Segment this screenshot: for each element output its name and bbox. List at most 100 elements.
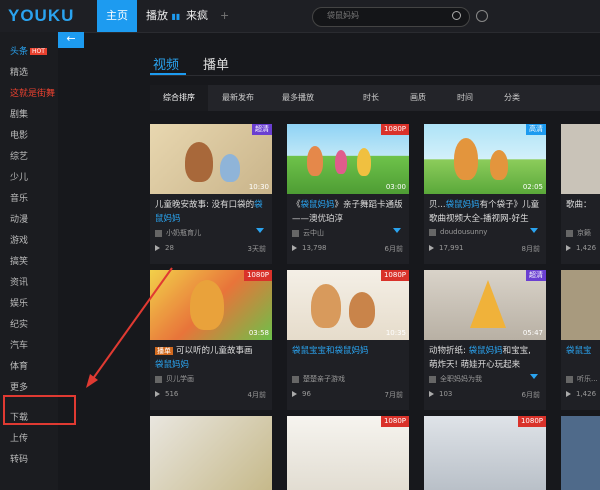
video-card[interactable] [150,416,272,490]
quality-badge: 高清 [526,124,546,135]
video-card[interactable]: 超清 10:30 儿童晚安故事: 没有口袋的袋鼠妈妈 小奶瓶育儿 28 3天前 [150,124,272,264]
sidebar-item-more[interactable]: 更多 [10,380,28,393]
video-author[interactable]: 全职妈妈为我 [429,374,482,384]
video-author[interactable]: 京籁 [566,228,591,238]
download-icon[interactable] [256,228,264,233]
video-title[interactable]: 儿童晚安故事: 没有口袋的袋鼠妈妈 [155,198,267,226]
sidebar-item-anime[interactable]: 动漫 [10,212,28,225]
tab-playlists[interactable]: 播单 [203,54,229,73]
video-title[interactable]: 袋鼠宝宝和袋鼠妈妈 [292,344,404,358]
sidebar-item-sports[interactable]: 体育 [10,359,28,372]
video-author[interactable]: 贝儿学画 [155,374,194,384]
sidebar-item-music[interactable]: 音乐 [10,191,28,204]
video-title[interactable]: 袋鼠宝 [566,344,600,358]
quality-badge: 超清 [252,124,272,135]
video-author[interactable]: 小奶瓶育儿 [155,228,201,238]
video-card[interactable]: 1080P 10:35 袋鼠宝宝和袋鼠妈妈 楚楚亲子游戏 96 7月前 [287,270,409,410]
filter-duration[interactable]: 时长 [363,85,379,111]
play-count: 28 [155,244,174,252]
filter-quality[interactable]: 画质 [410,85,426,111]
video-title[interactable]: 《袋鼠妈妈》亲子舞蹈卡通版——澳优珀淳 [292,198,404,226]
user-icon [155,375,162,383]
user-icon [429,375,436,383]
video-card[interactable]: 1080P 03:00 《袋鼠妈妈》亲子舞蹈卡通版——澳优珀淳 云中山 13,7… [287,124,409,264]
play-count: 96 [292,390,311,398]
add-tab-button[interactable]: + [220,0,229,32]
download-icon[interactable] [530,374,538,379]
duration-label: 02:05 [522,183,543,191]
video-thumbnail[interactable]: 1080P [287,416,409,490]
video-thumbnail[interactable]: 1080P 10:35 [287,270,409,340]
sidebar-item-entertainment[interactable]: 娱乐 [10,296,28,309]
filter-bar: 综合排序 最新发布 最多播放 时长 画质 时间 分类 [150,85,600,111]
sidebar-item-funny[interactable]: 搞笑 [10,254,28,267]
play-icon [429,245,434,251]
video-card[interactable]: 歌曲： 京籁 1,426 [561,124,600,264]
sidebar-item-variety[interactable]: 综艺 [10,149,28,162]
sidebar-item-games[interactable]: 游戏 [10,233,28,246]
play-count: 17,991 [429,244,464,252]
sidebar-item-news[interactable]: 资讯 [10,275,28,288]
sidebar-item-transcode[interactable]: 转码 [10,452,28,465]
video-title[interactable]: 播单 可以听的儿童故事画 袋鼠妈妈 [155,344,267,372]
quality-badge: 1080P [380,416,409,427]
filter-most-played[interactable]: 最多播放 [282,85,314,111]
filter-category[interactable]: 分类 [504,85,520,111]
nav-laifeng[interactable]: 来疯 [186,0,208,32]
sidebar-item-documentary[interactable]: 纪实 [10,317,28,330]
download-icon[interactable] [393,228,401,233]
sidebar-item-featured[interactable]: 精选 [10,65,28,78]
duration-label: 03:58 [248,329,269,337]
video-author[interactable]: 楚楚亲子游戏 [292,374,345,384]
sidebar-item-kids[interactable]: 少儿 [10,170,28,183]
video-card[interactable]: 袋鼠宝 听乐... 1,426 [561,270,600,410]
play-count: 13,798 [292,244,327,252]
video-thumbnail[interactable] [561,270,600,340]
video-thumbnail[interactable]: 高清 02:05 [424,124,546,194]
sidebar-item-auto[interactable]: 汽车 [10,338,28,351]
youku-logo[interactable]: YOUKU [8,6,74,26]
top-bar: YOUKU 主页 播放 ▮▮ 来疯 + 袋鼠妈妈 [0,0,600,33]
video-author[interactable]: doudousunny [429,228,487,236]
video-author[interactable]: 听乐... [566,374,598,384]
video-card[interactable] [561,416,600,490]
filter-time[interactable]: 时间 [457,85,473,111]
video-title[interactable]: 贝...袋鼠妈妈有个袋子》儿童歌曲视频大全-播视网-好生 [429,198,541,226]
filter-newest[interactable]: 最新发布 [222,85,254,111]
video-title[interactable]: 动物折纸: 袋鼠妈妈和宝宝, 萌炸天! 萌娃开心玩起来 [429,344,541,372]
video-card[interactable]: 1080P 03:58 播单 可以听的儿童故事画 袋鼠妈妈 贝儿学画 516 4月前 [150,270,272,410]
history-clock-icon[interactable] [476,10,488,22]
download-icon[interactable] [530,228,538,233]
collapse-arrow-button[interactable]: ← [58,32,84,48]
video-card[interactable]: 1080P [424,416,546,490]
play-count: 1,426 [566,244,596,252]
playlist-tag: 播单 [155,347,173,355]
video-thumbnail[interactable]: 超清 05:47 [424,270,546,340]
video-thumbnail[interactable]: 1080P 03:58 [150,270,272,340]
tab-videos[interactable]: 视频 [153,54,179,73]
hot-badge: HOT [30,48,47,55]
sidebar-item-movies[interactable]: 电影 [10,128,28,141]
sidebar-item-headlines[interactable]: 头条 HOT [10,44,47,57]
search-icon[interactable] [452,11,461,20]
nav-broadcast[interactable]: 播放 ▮▮ [146,0,180,32]
nav-home[interactable]: 主页 [97,0,137,32]
video-thumbnail[interactable]: 1080P [424,416,546,490]
video-card[interactable]: 1080P [287,416,409,490]
search-input[interactable]: 袋鼠妈妈 [312,7,470,27]
sidebar-item-series[interactable]: 剧集 [10,107,28,120]
video-thumbnail[interactable] [561,416,600,490]
video-card[interactable]: 高清 02:05 贝...袋鼠妈妈有个袋子》儿童歌曲视频大全-播视网-好生 do… [424,124,546,264]
video-thumbnail[interactable]: 1080P 03:00 [287,124,409,194]
video-thumbnail[interactable] [561,124,600,194]
video-author[interactable]: 云中山 [292,228,324,238]
sidebar-item-street-dance[interactable]: 这就是街舞 [10,86,55,99]
video-thumbnail[interactable]: 超清 10:30 [150,124,272,194]
quality-badge: 1080P [380,124,409,135]
video-thumbnail[interactable] [150,416,272,490]
video-title[interactable]: 歌曲： [566,198,600,212]
filter-overall[interactable]: 综合排序 [150,85,208,111]
video-card[interactable]: 超清 05:47 动物折纸: 袋鼠妈妈和宝宝, 萌炸天! 萌娃开心玩起来 全职妈… [424,270,546,410]
user-icon [566,229,573,237]
sidebar-item-upload[interactable]: 上传 [10,431,28,444]
